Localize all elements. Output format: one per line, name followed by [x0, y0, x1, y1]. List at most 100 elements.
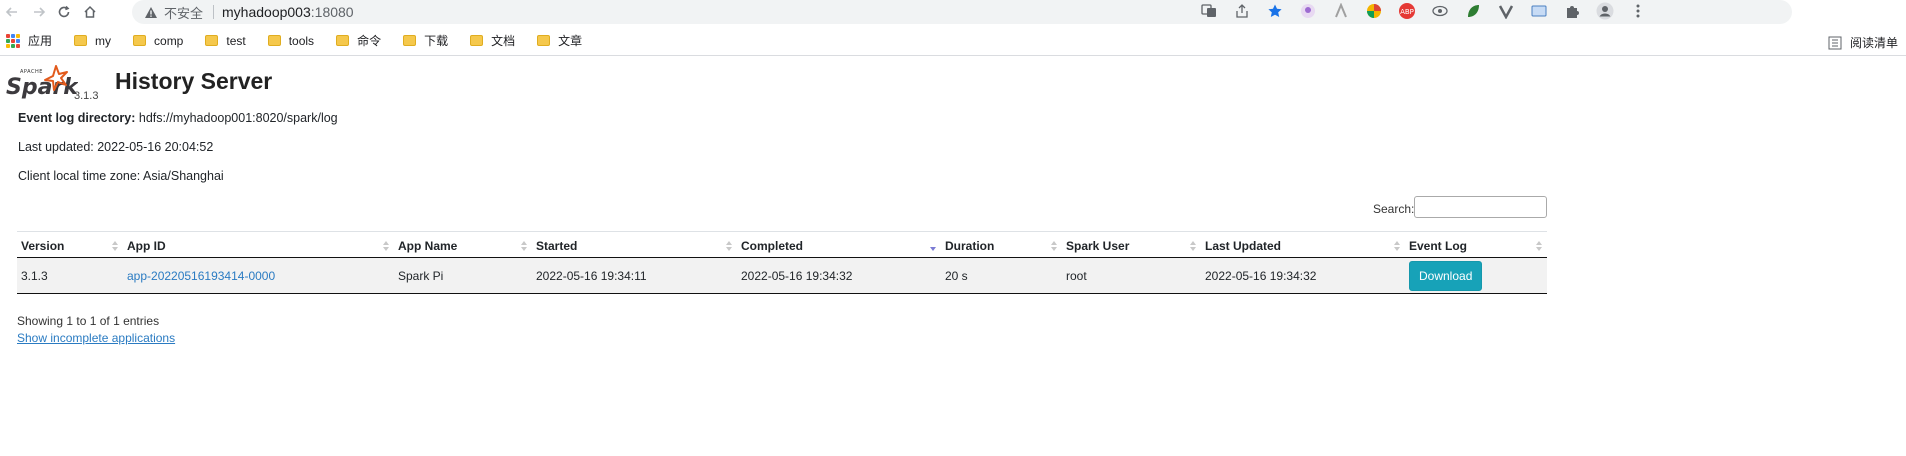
app-id-link[interactable]: app-20220516193414-0000: [127, 269, 275, 283]
reading-list-label: 阅读清单: [1849, 36, 1898, 50]
bookmark-label: comp: [154, 33, 184, 48]
event-log-label: Event log directory:: [18, 111, 136, 125]
profile-icon[interactable]: [1596, 2, 1614, 20]
url-host[interactable]: myhadoop003: [222, 4, 311, 20]
extension-colorful-icon[interactable]: [1365, 2, 1383, 20]
separator: [213, 5, 215, 19]
bookmark-folder-articles[interactable]: 文章: [537, 32, 582, 49]
bookmark-apps[interactable]: 应用: [6, 32, 52, 49]
bookmark-label: 下载: [424, 34, 449, 48]
timezone: Client local time zone: Asia/Shanghai: [18, 169, 224, 183]
share-icon[interactable]: [1233, 2, 1251, 20]
insecure-label[interactable]: 不安全: [164, 3, 203, 22]
column-header-event-log[interactable]: Event Log: [1405, 231, 1547, 258]
cell-spark-user: root: [1062, 257, 1201, 294]
column-header-version[interactable]: Version: [17, 231, 123, 258]
search-input[interactable]: [1414, 196, 1547, 218]
download-button[interactable]: Download: [1409, 260, 1483, 291]
extensions-bar: ABP: [1201, 2, 1647, 20]
spark-logo[interactable]: APACHE Spark: [6, 64, 78, 104]
extension-avatar-icon[interactable]: [1299, 2, 1317, 20]
browser-toolbar: 不安全 myhadoop003:18080 ABP: [0, 0, 1906, 26]
table-header-row: Version App ID App Name Started Complete…: [17, 231, 1547, 258]
extensions-puzzle-icon[interactable]: [1563, 2, 1581, 20]
bookmark-label: tools: [288, 33, 315, 48]
extension-window-icon[interactable]: [1530, 2, 1548, 20]
sort-icon: [1536, 241, 1543, 252]
folder-icon: [205, 35, 219, 46]
table-entries-info: Showing 1 to 1 of 1 entries: [17, 314, 160, 328]
warning-icon[interactable]: [144, 5, 158, 19]
back-arrow-icon[interactable]: [4, 4, 20, 20]
folder-icon: [537, 35, 551, 46]
column-header-last-updated[interactable]: Last Updated: [1201, 231, 1405, 258]
bookmark-label: 应用: [28, 34, 53, 48]
event-log-value: hdfs://myhadoop001:8020/spark/log: [138, 111, 338, 125]
column-label: App Name: [398, 239, 458, 253]
cell-duration: 20 s: [941, 257, 1062, 294]
column-header-started[interactable]: Started: [532, 231, 737, 258]
folder-icon: [336, 35, 350, 46]
column-label: Spark User: [1066, 239, 1130, 253]
apps-grid-icon: [6, 33, 20, 48]
applications-table: Version App ID App Name Started Complete…: [17, 231, 1547, 294]
sort-icon: [112, 241, 119, 252]
bookmark-folder-commands[interactable]: 命令: [336, 32, 381, 49]
cell-event-log: Download: [1405, 257, 1547, 294]
column-header-spark-user[interactable]: Spark User: [1062, 231, 1201, 258]
cell-started: 2022-05-16 19:34:11: [532, 257, 737, 294]
column-header-completed[interactable]: Completed: [737, 231, 941, 258]
sort-icon: [1051, 241, 1058, 252]
table-row: 3.1.3 app-20220516193414-0000 Spark Pi 2…: [17, 257, 1547, 294]
folder-icon: [267, 35, 281, 46]
folder-icon: [403, 35, 417, 46]
column-label: Event Log: [1409, 239, 1468, 253]
bookmark-label: 命令: [357, 34, 382, 48]
search-label: Search:: [1373, 202, 1415, 216]
extension-v-icon[interactable]: [1497, 2, 1515, 20]
column-label: Version: [21, 239, 65, 253]
folder-icon: [133, 35, 147, 46]
bookmark-folder-test[interactable]: test: [205, 33, 246, 48]
reading-list-icon: [1828, 36, 1842, 49]
folder-icon: [74, 35, 88, 46]
extension-a-icon[interactable]: [1332, 2, 1350, 20]
cell-completed: 2022-05-16 19:34:32: [737, 257, 941, 294]
svg-text:Spark: Spark: [6, 75, 78, 100]
spark-version: 3.1.3: [74, 90, 99, 102]
bookmark-label: test: [226, 33, 246, 48]
bookmark-star-icon[interactable]: [1266, 2, 1284, 20]
forward-arrow-icon[interactable]: [31, 4, 47, 20]
column-header-app-id[interactable]: App ID: [123, 231, 394, 258]
adblock-icon[interactable]: ABP: [1398, 2, 1416, 20]
column-label: Duration: [945, 239, 995, 253]
column-header-app-name[interactable]: App Name: [394, 231, 532, 258]
page-title: History Server: [115, 68, 273, 94]
last-updated: Last updated: 2022-05-16 20:04:52: [18, 140, 214, 154]
extension-leaf-icon[interactable]: [1464, 2, 1482, 20]
bookmark-label: my: [95, 33, 112, 48]
bookmark-folder-docs[interactable]: 文档: [470, 32, 515, 49]
sort-icon: [1190, 241, 1197, 252]
translate-icon[interactable]: [1200, 2, 1218, 20]
sort-icon: [1394, 241, 1401, 252]
bookmark-folder-comp[interactable]: comp: [133, 34, 183, 48]
url-port[interactable]: :18080: [311, 4, 354, 20]
menu-kebab-icon[interactable]: [1629, 2, 1647, 20]
bookmark-folder-tools[interactable]: tools: [267, 33, 315, 48]
cell-version: 3.1.3: [17, 257, 123, 294]
reading-list-button[interactable]: 阅读清单: [1828, 34, 1898, 51]
home-icon[interactable]: [82, 4, 98, 20]
bookmark-folder-my[interactable]: my: [74, 34, 111, 48]
sort-icon: [383, 241, 390, 252]
column-header-duration[interactable]: Duration: [941, 231, 1062, 258]
extension-eye-icon[interactable]: [1431, 2, 1449, 20]
event-log-directory: Event log directory: hdfs://myhadoop001:…: [18, 111, 338, 125]
bookmarks-bar: 应用 my comp test tools 命令 下载 文档 文章 阅读清单: [0, 26, 1906, 56]
cell-app-id: app-20220516193414-0000: [123, 257, 394, 294]
show-incomplete-link[interactable]: Show incomplete applications: [17, 331, 175, 345]
sort-descending-icon: [930, 241, 937, 252]
reload-icon[interactable]: [56, 4, 72, 20]
svg-text:ABP: ABP: [1400, 8, 1414, 16]
bookmark-folder-downloads[interactable]: 下载: [403, 32, 448, 49]
